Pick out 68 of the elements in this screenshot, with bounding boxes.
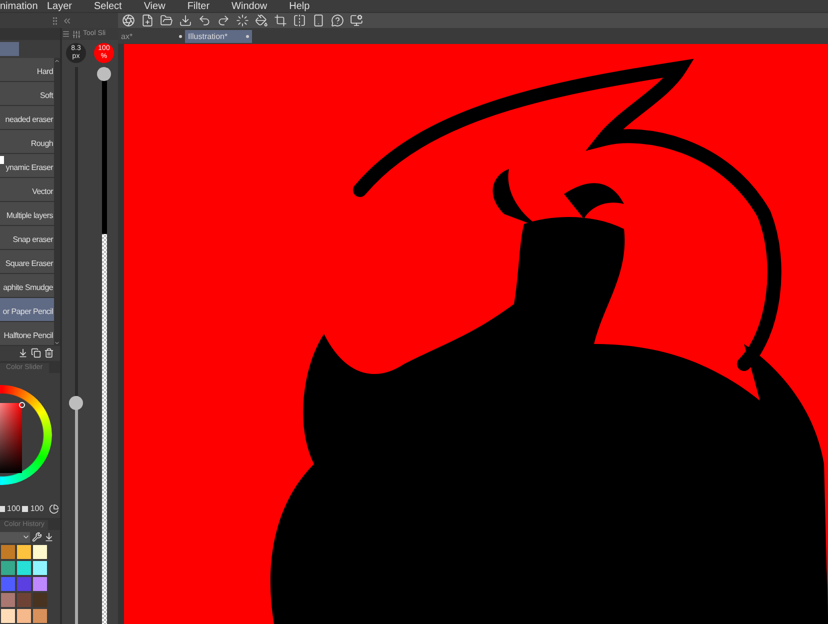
color-swatch[interactable] — [16, 592, 32, 608]
redo-icon[interactable] — [217, 14, 230, 27]
subtool-item[interactable]: aphite Smudge — [0, 274, 54, 298]
menu-item[interactable]: Layer — [43, 1, 76, 12]
menu-item[interactable]: View — [140, 1, 170, 12]
color-swatch[interactable] — [16, 544, 32, 560]
color-swatch[interactable] — [0, 608, 16, 624]
sliders-icon — [72, 30, 81, 38]
menu-item[interactable]: nimation — [0, 1, 43, 12]
subtool-item[interactable]: neaded eraser — [0, 106, 54, 130]
color-swatch[interactable] — [32, 544, 48, 560]
help-icon[interactable] — [331, 14, 344, 27]
color-value: 100 — [7, 503, 20, 516]
new-file-icon[interactable] — [141, 14, 154, 27]
subtool-item[interactable]: Multiple layers — [0, 202, 54, 226]
value-icon — [0, 506, 5, 512]
phone-icon[interactable] — [312, 14, 325, 27]
scroll-up-icon[interactable] — [54, 58, 60, 64]
scroll-down-icon[interactable] — [54, 340, 60, 346]
color-swatch[interactable] — [16, 608, 32, 624]
flip-icon[interactable] — [293, 14, 306, 27]
subtool-item[interactable]: Halftone Pencil — [0, 322, 54, 346]
paint-bucket-icon[interactable] — [255, 14, 268, 27]
canvas[interactable] — [124, 44, 828, 624]
subtool-item[interactable]: or Paper Pencil — [0, 298, 54, 322]
color-swatch[interactable] — [0, 576, 16, 592]
color-mode-icon[interactable] — [48, 504, 59, 514]
undo-icon[interactable] — [198, 14, 211, 27]
subtool-item[interactable]: Rough — [0, 130, 54, 154]
value-icon — [22, 506, 28, 512]
color-swatch[interactable] — [0, 560, 16, 576]
color-swatch[interactable] — [16, 576, 32, 592]
trash-icon[interactable] — [44, 348, 54, 358]
subtool-item[interactable]: Soft — [0, 82, 54, 106]
color-swatch[interactable] — [32, 608, 48, 624]
color-swatch[interactable] — [0, 544, 16, 560]
color-swatch[interactable] — [16, 560, 32, 576]
menu-item[interactable]: Filter — [183, 1, 214, 12]
subtool-item[interactable]: Snap eraser — [0, 226, 54, 250]
menu-item[interactable]: Window — [228, 1, 272, 12]
slider-thumb[interactable] — [97, 67, 111, 81]
export-icon[interactable] — [179, 14, 192, 27]
scrollbar[interactable] — [54, 58, 60, 346]
subtool-item[interactable]: Square Eraser — [0, 250, 54, 274]
collapse-icon[interactable] — [62, 16, 72, 26]
monitor-icon[interactable] — [350, 14, 363, 27]
color-swatch[interactable] — [0, 592, 16, 608]
save-icon[interactable] — [18, 348, 28, 358]
wrench-icon[interactable] — [32, 532, 42, 542]
grip-icon[interactable] — [50, 16, 60, 26]
subtool-item[interactable]: Vector — [0, 178, 54, 202]
color-swatch[interactable] — [32, 592, 48, 608]
duplicate-icon[interactable] — [31, 348, 41, 358]
color-swatch[interactable] — [32, 560, 48, 576]
slider-thumb[interactable] — [69, 396, 83, 410]
menu-item[interactable]: Select — [90, 1, 126, 12]
folder-icon[interactable] — [160, 14, 173, 27]
color-picker-marker[interactable] — [19, 402, 25, 408]
brush-preview — [0, 156, 4, 164]
menu-icon[interactable] — [62, 30, 70, 38]
subtool-item[interactable]: ynamic Eraser — [0, 154, 54, 178]
menu-item[interactable]: Help — [285, 1, 314, 12]
subtool-item[interactable]: Hard — [0, 58, 54, 82]
import-icon[interactable] — [44, 532, 54, 542]
color-swatch[interactable] — [32, 576, 48, 592]
color-value: 100 — [30, 503, 44, 516]
crop-icon[interactable] — [274, 14, 287, 27]
document-tab[interactable]: Illustration* — [185, 30, 252, 43]
